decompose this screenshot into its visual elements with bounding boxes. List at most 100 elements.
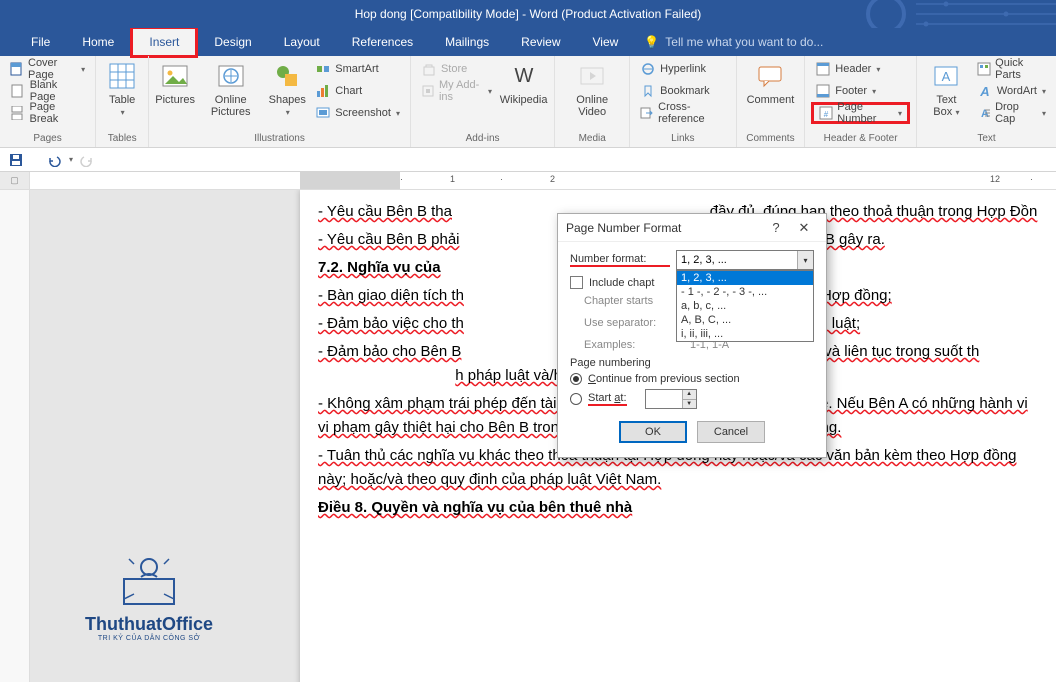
table-icon xyxy=(106,60,138,92)
page-break-icon xyxy=(10,105,26,121)
page-numbering-label: Page numbering xyxy=(570,357,814,369)
cover-page-button[interactable]: Cover Page▾ xyxy=(6,58,89,80)
blank-page-icon xyxy=(10,83,26,99)
save-icon[interactable] xyxy=(8,152,24,168)
addins-icon xyxy=(421,83,435,99)
dropdown-icon: ▾ xyxy=(872,87,876,96)
start-at-radio[interactable] xyxy=(570,393,582,405)
format-option[interactable]: 1, 2, 3, ... xyxy=(677,271,813,285)
online-pictures-button[interactable]: Online Pictures xyxy=(198,58,263,120)
wikipedia-button[interactable]: WWikipedia xyxy=(499,58,548,108)
shapes-icon xyxy=(271,60,303,92)
undo-dropdown-icon[interactable]: ▾ xyxy=(69,155,73,164)
number-format-input[interactable] xyxy=(676,250,814,270)
vertical-ruler xyxy=(0,190,30,682)
dropdown-icon: ▾ xyxy=(286,108,290,117)
title-decoration xyxy=(856,0,1056,28)
cancel-button[interactable]: Cancel xyxy=(697,421,765,443)
ruler-corner: ▢ xyxy=(0,172,30,189)
hyperlink-button[interactable]: Hyperlink xyxy=(636,58,729,80)
redo-icon[interactable] xyxy=(79,152,95,168)
blank-page-button[interactable]: Blank Page xyxy=(6,80,89,102)
cover-page-icon xyxy=(10,61,24,77)
dialog-titlebar[interactable]: Page Number Format ? ✕ xyxy=(558,214,826,242)
tab-home[interactable]: Home xyxy=(66,29,130,55)
dropdown-icon: ▾ xyxy=(121,108,125,117)
wikipedia-icon: W xyxy=(508,60,540,92)
start-at-spinner[interactable]: ▲ ▼ xyxy=(645,389,697,409)
cross-ref-button[interactable]: Cross-reference xyxy=(636,102,729,124)
format-option[interactable]: - 1 -, - 2 -, - 3 -, ... xyxy=(677,285,813,299)
include-chapter-checkbox[interactable] xyxy=(570,276,583,289)
dropdown-icon: ▾ xyxy=(953,108,959,117)
tab-layout[interactable]: Layout xyxy=(268,29,336,55)
tell-me[interactable]: 💡 Tell me what you want to do... xyxy=(634,29,833,55)
bookmark-button[interactable]: Bookmark xyxy=(636,80,729,102)
footer-button[interactable]: Footer▾ xyxy=(811,80,910,102)
smartart-button[interactable]: SmartArt xyxy=(311,58,404,80)
tab-insert[interactable]: Insert xyxy=(130,26,198,58)
quick-access-toolbar: ▾ xyxy=(0,148,1056,172)
smartart-icon xyxy=(315,61,331,77)
spinner-down-icon[interactable]: ▼ xyxy=(682,399,696,408)
group-label-media: Media xyxy=(561,131,623,147)
wordart-button[interactable]: AWordArt▾ xyxy=(973,80,1050,102)
horizontal-ruler: ▢ ·1·2 12· xyxy=(0,172,1056,190)
tab-view[interactable]: View xyxy=(577,29,635,55)
ribbon: Cover Page▾ Blank Page Page Break Pages … xyxy=(0,56,1056,148)
spinner-up-icon[interactable]: ▲ xyxy=(682,390,696,399)
online-video-button[interactable]: Online Video xyxy=(561,58,623,120)
dropdown-icon: ▾ xyxy=(1042,87,1046,96)
my-addins-button[interactable]: My Add-ins▾ xyxy=(417,80,496,102)
tab-review[interactable]: Review xyxy=(505,29,576,55)
dropdown-icon: ▾ xyxy=(396,109,400,118)
tab-design[interactable]: Design xyxy=(198,29,267,55)
format-option[interactable]: a, b, c, ... xyxy=(677,299,813,313)
dialog-help-button[interactable]: ? xyxy=(762,220,790,235)
format-option[interactable]: A, B, C, ... xyxy=(677,313,813,327)
page-break-button[interactable]: Page Break xyxy=(6,102,89,124)
chart-button[interactable]: Chart xyxy=(311,80,404,102)
screenshot-icon xyxy=(315,105,331,121)
watermark-logo: ThuthuatOffice TRI KỶ CỦA DÂN CÔNG SỞ xyxy=(85,549,213,642)
store-button[interactable]: Store xyxy=(417,58,496,80)
video-icon xyxy=(576,60,608,92)
shapes-button[interactable]: Shapes ▾ xyxy=(266,58,308,120)
store-icon xyxy=(421,61,437,77)
continue-radio[interactable] xyxy=(570,373,582,385)
drop-cap-button[interactable]: ADrop Cap▾ xyxy=(973,102,1050,124)
title-bar: Hop dong [Compatibility Mode] - Word (Pr… xyxy=(0,0,1056,28)
undo-icon[interactable] xyxy=(46,152,62,168)
dialog-title: Page Number Format xyxy=(566,221,681,235)
svg-text:A: A xyxy=(942,69,951,84)
use-separator-label: Use separator: xyxy=(584,317,684,329)
online-pictures-icon xyxy=(215,60,247,92)
comment-button[interactable]: Comment xyxy=(743,58,799,108)
text-box-button[interactable]: AText Box ▾ xyxy=(923,58,970,120)
page-number-button[interactable]: #Page Number▾ xyxy=(811,102,910,124)
svg-text:#: # xyxy=(824,110,829,119)
group-label-hf: Header & Footer xyxy=(811,131,910,147)
quick-parts-button[interactable]: Quick Parts xyxy=(973,58,1050,80)
text-box-icon: A xyxy=(930,60,962,92)
screenshot-button[interactable]: Screenshot▾ xyxy=(311,102,404,124)
combo-dropdown-button[interactable]: ▾ xyxy=(797,251,813,269)
group-illustrations: Pictures Online Pictures Shapes ▾ SmartA… xyxy=(149,56,411,147)
comment-icon xyxy=(754,60,786,92)
number-format-combo[interactable]: ▾ 1, 2, 3, ... - 1 -, - 2 -, - 3 -, ... … xyxy=(676,250,814,270)
table-button[interactable]: Table▾ xyxy=(102,58,142,120)
tab-references[interactable]: References xyxy=(336,29,429,55)
format-option[interactable]: i, ii, iii, ... xyxy=(677,327,813,341)
pictures-button[interactable]: Pictures xyxy=(155,58,195,108)
group-media: Online Video Media xyxy=(555,56,630,147)
bulb-icon: 💡 xyxy=(644,35,659,49)
ok-button[interactable]: OK xyxy=(619,421,687,443)
window-title: Hop dong [Compatibility Mode] - Word (Pr… xyxy=(355,7,702,21)
dialog-close-button[interactable]: ✕ xyxy=(790,220,818,236)
group-header-footer: Header▾ Footer▾ #Page Number▾ Header & F… xyxy=(805,56,917,147)
number-format-label: Number format: xyxy=(570,253,670,267)
tab-file[interactable]: File xyxy=(15,29,66,55)
chapter-starts-label: Chapter starts xyxy=(584,295,684,307)
header-button[interactable]: Header▾ xyxy=(811,58,910,80)
tab-mailings[interactable]: Mailings xyxy=(429,29,505,55)
